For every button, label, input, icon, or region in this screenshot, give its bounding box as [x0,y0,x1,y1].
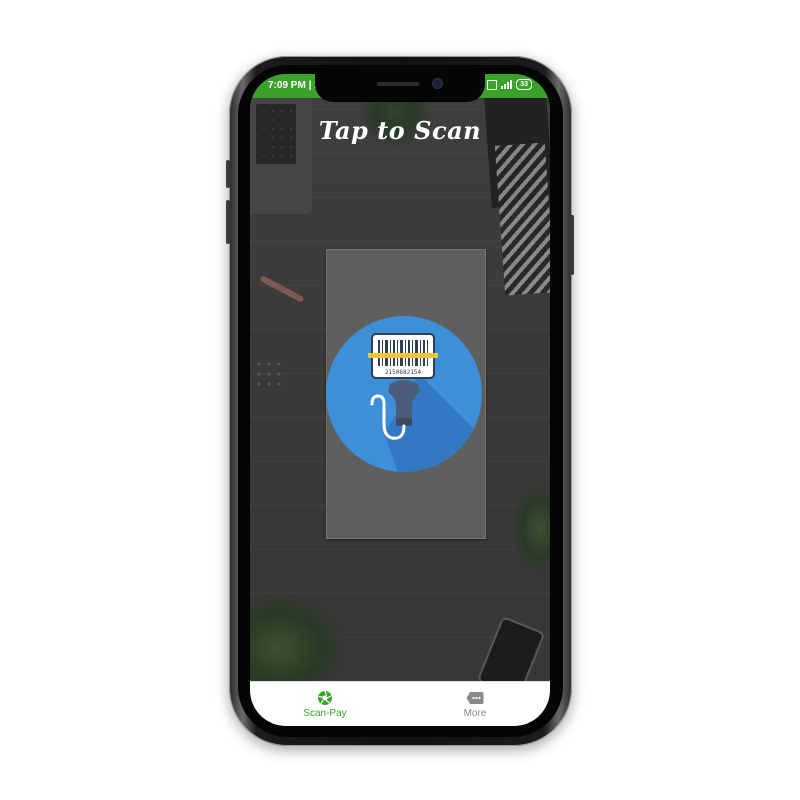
phone-notch [315,74,485,102]
phone-side-button [226,160,230,188]
barcode-scanner-icon[interactable]: 2150682154 [324,314,484,474]
page-title: Tap to Scan [318,116,482,145]
more-dots-icon [466,690,484,706]
front-camera [433,79,442,88]
signal-icon [501,80,513,89]
phone-screen: 7:09 PM | 12 33 Tap to Scan 2150682154 S… [250,74,550,726]
battery-icon: 33 [516,79,532,90]
phone-power-button [570,215,574,275]
aperture-icon [317,690,333,706]
phone-volume-button [226,200,230,244]
nav-scan-pay-label: Scan-Pay [303,707,347,719]
sim-icon [487,79,498,90]
status-icons: 33 [487,79,532,90]
nav-more[interactable]: More [400,682,550,726]
barcode-digits: 2150682154 [385,369,422,376]
scan-card[interactable]: 2150682154 [326,249,486,539]
speaker-grille [377,82,419,86]
bottom-navigation: Scan-Pay More [250,681,550,726]
nav-scan-pay[interactable]: Scan-Pay [250,682,400,726]
nav-more-label: More [463,707,487,719]
